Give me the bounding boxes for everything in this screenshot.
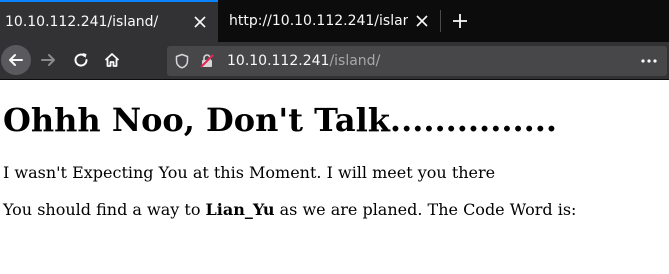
arrow-left-icon[interactable] xyxy=(1,45,31,75)
url-host: 10.10.112.241 xyxy=(227,53,330,69)
message-line-2-end: as we are planed. The Code Word is: xyxy=(274,200,577,219)
insecure-lock-icon[interactable] xyxy=(195,46,219,76)
page-content: Ohhh Noo, Don't Talk............... I wa… xyxy=(0,81,669,274)
reload-icon[interactable] xyxy=(66,45,96,75)
tab-island-active[interactable]: 10.10.112.241/island/ xyxy=(0,0,218,42)
home-icon[interactable] xyxy=(97,45,127,75)
url-path: /island/ xyxy=(329,53,381,69)
arrow-right-icon[interactable] xyxy=(33,45,63,75)
ellipsis-icon[interactable] xyxy=(637,46,661,76)
tab-island-url[interactable]: http://10.10.112.241/island/ xyxy=(218,0,440,42)
message-line-1: I wasn't Expecting You at this Moment. I… xyxy=(3,163,496,182)
tab-separator xyxy=(440,10,441,32)
location-name: Lian_Yu xyxy=(205,200,275,219)
url-bar[interactable]: 10.10.112.241/island/ xyxy=(167,46,667,76)
url-text[interactable]: 10.10.112.241/island/ xyxy=(227,53,380,69)
navigation-toolbar: 10.10.112.241/island/ xyxy=(0,42,669,80)
shield-icon[interactable] xyxy=(169,46,195,76)
tab-title: http://10.10.112.241/island/ xyxy=(229,13,408,29)
close-icon[interactable] xyxy=(186,8,214,36)
page-heading: Ohhh Noo, Don't Talk............... xyxy=(3,101,558,139)
message-line-2: You should find a way to Lian_Yu as we a… xyxy=(3,200,576,219)
close-icon[interactable] xyxy=(408,7,436,35)
plus-icon[interactable] xyxy=(446,7,474,35)
tab-title: 10.10.112.241/island/ xyxy=(5,14,159,30)
tab-strip: 10.10.112.241/island/ http://10.10.112.2… xyxy=(0,0,669,42)
message-line-2-start: You should find a way to xyxy=(3,200,206,219)
